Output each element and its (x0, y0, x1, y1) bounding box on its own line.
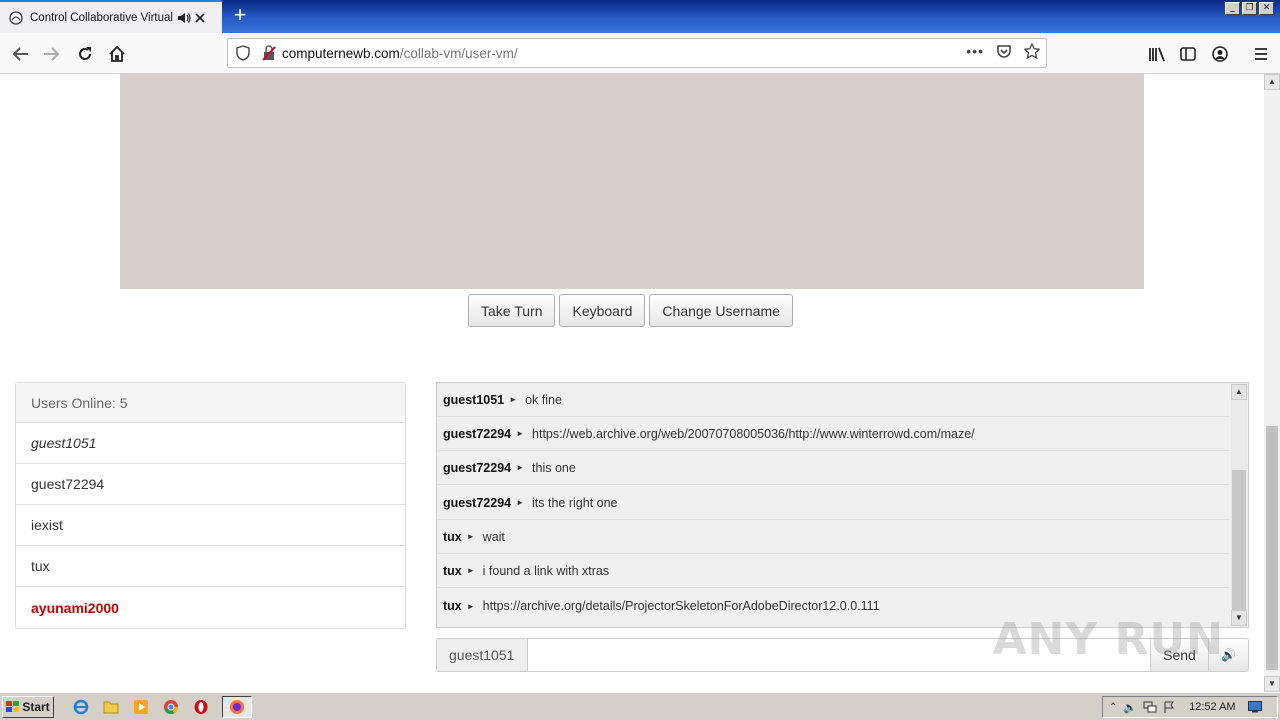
chat-arrow-icon: ► (466, 532, 475, 541)
tab-strip: Control Collaborative Virtual M + _ ❐ ✕ (0, 0, 1280, 33)
chat-username: tux (443, 529, 462, 544)
tray-volume-icon[interactable]: 🔈 (1123, 701, 1137, 714)
chat-message: tux ► i found a link with xtras (437, 554, 1229, 588)
restore-icon[interactable]: ❐ (1242, 2, 1257, 15)
browser-tab[interactable]: Control Collaborative Virtual M (0, 0, 222, 33)
user-list-item: guest1051 (16, 423, 405, 464)
chat-arrow-icon: ► (509, 395, 518, 404)
close-tab-icon[interactable] (192, 10, 208, 26)
new-tab-button[interactable]: + (228, 4, 252, 28)
chat-text: ok fine (525, 392, 562, 407)
library-icon[interactable] (1145, 42, 1169, 66)
windows-logo-icon (6, 700, 20, 713)
speaker-icon[interactable] (176, 10, 192, 26)
watermark: ANY RUN (992, 614, 1224, 665)
tray-flag-icon[interactable] (1163, 701, 1175, 713)
minimize-icon[interactable]: _ (1225, 2, 1240, 15)
back-arrow-icon[interactable] (8, 42, 32, 66)
chat-message: tux ► wait (437, 520, 1229, 554)
window-controls: _ ❐ ✕ (1225, 2, 1274, 15)
tray-network-icon[interactable] (1143, 701, 1157, 713)
taskbar-firefox-button[interactable] (222, 695, 252, 718)
sidebar-icon[interactable] (1176, 42, 1200, 66)
shield-icon[interactable] (236, 45, 250, 61)
chat-link[interactable]: https://archive.org/details/ProjectorSke… (483, 599, 880, 613)
reload-icon[interactable] (73, 42, 97, 66)
account-icon[interactable] (1208, 42, 1232, 66)
chat-username: tux (443, 563, 462, 578)
system-tray: ⌃ 🔈 12:52 AM (1102, 696, 1278, 718)
chat-arrow-icon: ► (516, 429, 525, 438)
chat-scroll-thumb[interactable] (1232, 470, 1246, 610)
windows-taskbar: Start ⌃ 🔈 12:52 AM (0, 692, 1280, 720)
home-icon[interactable] (105, 42, 129, 66)
chat-username: guest72294 (443, 495, 512, 510)
change-username-button[interactable]: Change Username (649, 294, 793, 327)
chat-scrollbar[interactable]: ▲ ▼ (1231, 384, 1247, 626)
chat-text: wait (482, 529, 505, 544)
opera-icon[interactable] (192, 698, 210, 716)
page-scroll-up-icon[interactable]: ▲ (1264, 74, 1280, 90)
chat-arrow-icon: ► (516, 463, 525, 472)
scroll-up-icon[interactable]: ▲ (1231, 384, 1247, 400)
start-button[interactable]: Start (2, 695, 54, 718)
vm-display[interactable] (120, 74, 1144, 289)
start-label: Start (22, 699, 50, 714)
user-list-item: guest72294 (16, 464, 405, 505)
chat-username-label: guest1051 (436, 638, 528, 672)
menu-hamburger-icon[interactable] (1249, 42, 1273, 66)
url-bar[interactable]: computernewb.com/collab-vm/user-vm/ ••• (227, 38, 1047, 68)
chat-message: guest1051 ► ok fine (437, 383, 1229, 417)
chat-message: guest72294 ► https://web.archive.org/web/2… (437, 417, 1229, 451)
quick-launch (72, 698, 210, 716)
chat-log: guest1051 ► ok fine guest72294 ► https://web… (436, 382, 1249, 628)
user-list-item: tux (16, 546, 405, 587)
chat-text: its the right one (532, 495, 618, 510)
user-list-item: iexist (16, 505, 405, 546)
show-desktop-icon[interactable] (1247, 701, 1262, 713)
page-scroll-down-icon[interactable]: ▼ (1264, 676, 1280, 692)
chat-message: guest72294 ► its the right one (437, 486, 1229, 520)
forward-arrow-icon[interactable] (40, 42, 64, 66)
page-scroll-thumb[interactable] (1266, 426, 1278, 670)
chat-arrow-icon: ► (466, 566, 475, 575)
keyboard-button[interactable]: Keyboard (559, 294, 646, 327)
chat-username: guest72294 (443, 426, 512, 441)
chat-username: guest72294 (443, 460, 512, 475)
close-window-icon[interactable]: ✕ (1259, 2, 1274, 15)
chat-username: guest1051 (443, 392, 505, 407)
tray-expand-icon[interactable]: ⌃ (1109, 702, 1117, 713)
chat-link[interactable]: https://web.archive.org/web/200707080050… (532, 427, 975, 441)
users-online-header: Users Online: 5 (16, 383, 405, 423)
page-content: Take Turn Keyboard Change Username Users… (0, 74, 1264, 692)
media-player-icon[interactable] (132, 698, 150, 716)
chat-arrow-icon: ► (516, 498, 525, 507)
scroll-down-icon[interactable]: ▼ (1231, 610, 1247, 626)
page-scrollbar[interactable]: ▲ ▼ (1264, 74, 1280, 692)
take-turn-button[interactable]: Take Turn (468, 294, 556, 327)
users-online-panel: Users Online: 5 guest1051 guest72294 iex… (15, 382, 406, 629)
internet-explorer-icon[interactable] (72, 698, 90, 716)
taskbar-clock[interactable]: 12:52 AM (1189, 701, 1235, 713)
url-text: computernewb.com/collab-vm/user-vm/ (282, 45, 518, 61)
pocket-icon[interactable] (996, 43, 1012, 59)
bookmark-star-icon[interactable] (1024, 43, 1040, 59)
chat-message: guest72294 ► this one (437, 451, 1229, 485)
chat-username: tux (443, 599, 462, 613)
tab-favicon-icon (8, 10, 24, 26)
tab-title: Control Collaborative Virtual M (30, 11, 176, 24)
navigation-toolbar: computernewb.com/collab-vm/user-vm/ ••• (0, 33, 1280, 74)
user-list-item-turn: ayunami2000 (31, 599, 119, 616)
insecure-lock-icon[interactable] (262, 45, 276, 61)
chat-arrow-icon: ► (466, 601, 475, 611)
firefox-icon (229, 699, 245, 715)
chrome-icon[interactable] (162, 698, 180, 716)
chat-text: i found a link with xtras (482, 563, 610, 578)
explorer-folder-icon[interactable] (102, 698, 120, 716)
page-actions-icon[interactable]: ••• (966, 43, 984, 59)
vm-control-buttons: Take Turn Keyboard Change Username (468, 294, 793, 327)
chat-text: this one (532, 460, 576, 475)
